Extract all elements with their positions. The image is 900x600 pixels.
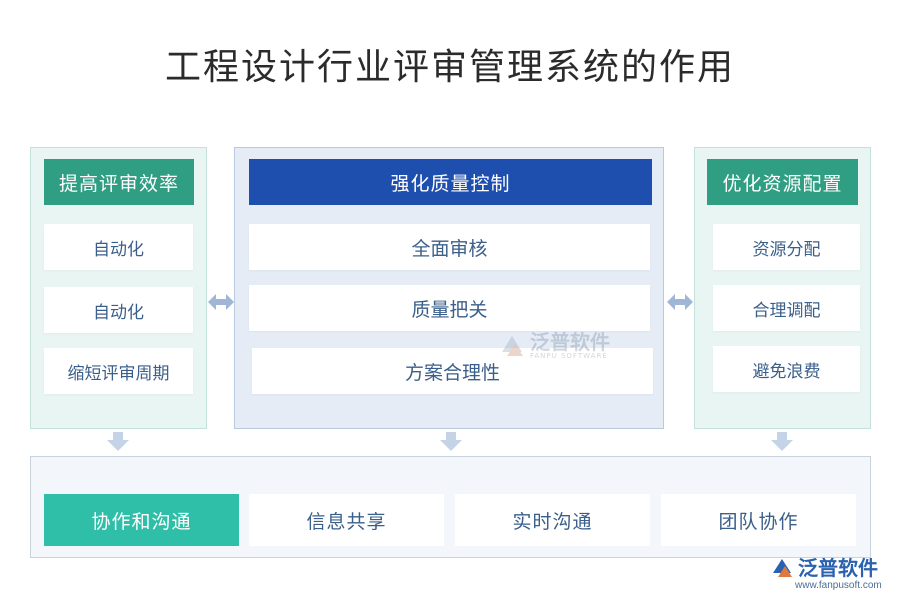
fanpu-logo-icon (502, 336, 523, 356)
page-title: 工程设计行业评审管理系统的作用 (164, 47, 735, 88)
arrow-down-icon (107, 432, 129, 451)
item-efficiency-1: 自动化 (44, 224, 193, 270)
double-arrow-icon (667, 294, 693, 310)
item-resources-3: 避免浪费 (713, 346, 860, 392)
watermark-logo: 泛普软件 FANPU SOFTWARE (498, 332, 610, 360)
bottom-item-realtime: 实时沟通 (455, 494, 650, 546)
brand-url: www.fanpusoft.com (795, 580, 882, 591)
header-efficiency: 提高评审效率 (44, 159, 194, 205)
brand-logo: 泛普软件 (770, 556, 878, 580)
bottom-item-collaboration: 协作和沟通 (44, 494, 239, 546)
arrow-down-icon (440, 432, 462, 451)
bottom-item-teamwork: 团队协作 (661, 494, 856, 546)
item-resources-2: 合理调配 (713, 285, 860, 331)
header-quality: 强化质量控制 (249, 159, 652, 205)
watermark-sub: FANPU SOFTWARE (530, 352, 608, 360)
item-efficiency-3: 缩短评审周期 (44, 348, 193, 394)
watermark-name: 泛普软件 (530, 330, 610, 354)
item-quality-1: 全面审核 (249, 224, 650, 270)
double-arrow-icon (208, 294, 234, 310)
arrow-down-icon (771, 432, 793, 451)
item-resources-1: 资源分配 (713, 224, 860, 270)
fanpu-logo-icon (773, 559, 792, 577)
brand-name: 泛普软件 (798, 556, 878, 580)
bottom-item-info-sharing: 信息共享 (249, 494, 444, 546)
item-efficiency-2: 自动化 (44, 287, 193, 333)
header-resources: 优化资源配置 (707, 159, 858, 205)
item-quality-2: 质量把关 (249, 285, 650, 331)
